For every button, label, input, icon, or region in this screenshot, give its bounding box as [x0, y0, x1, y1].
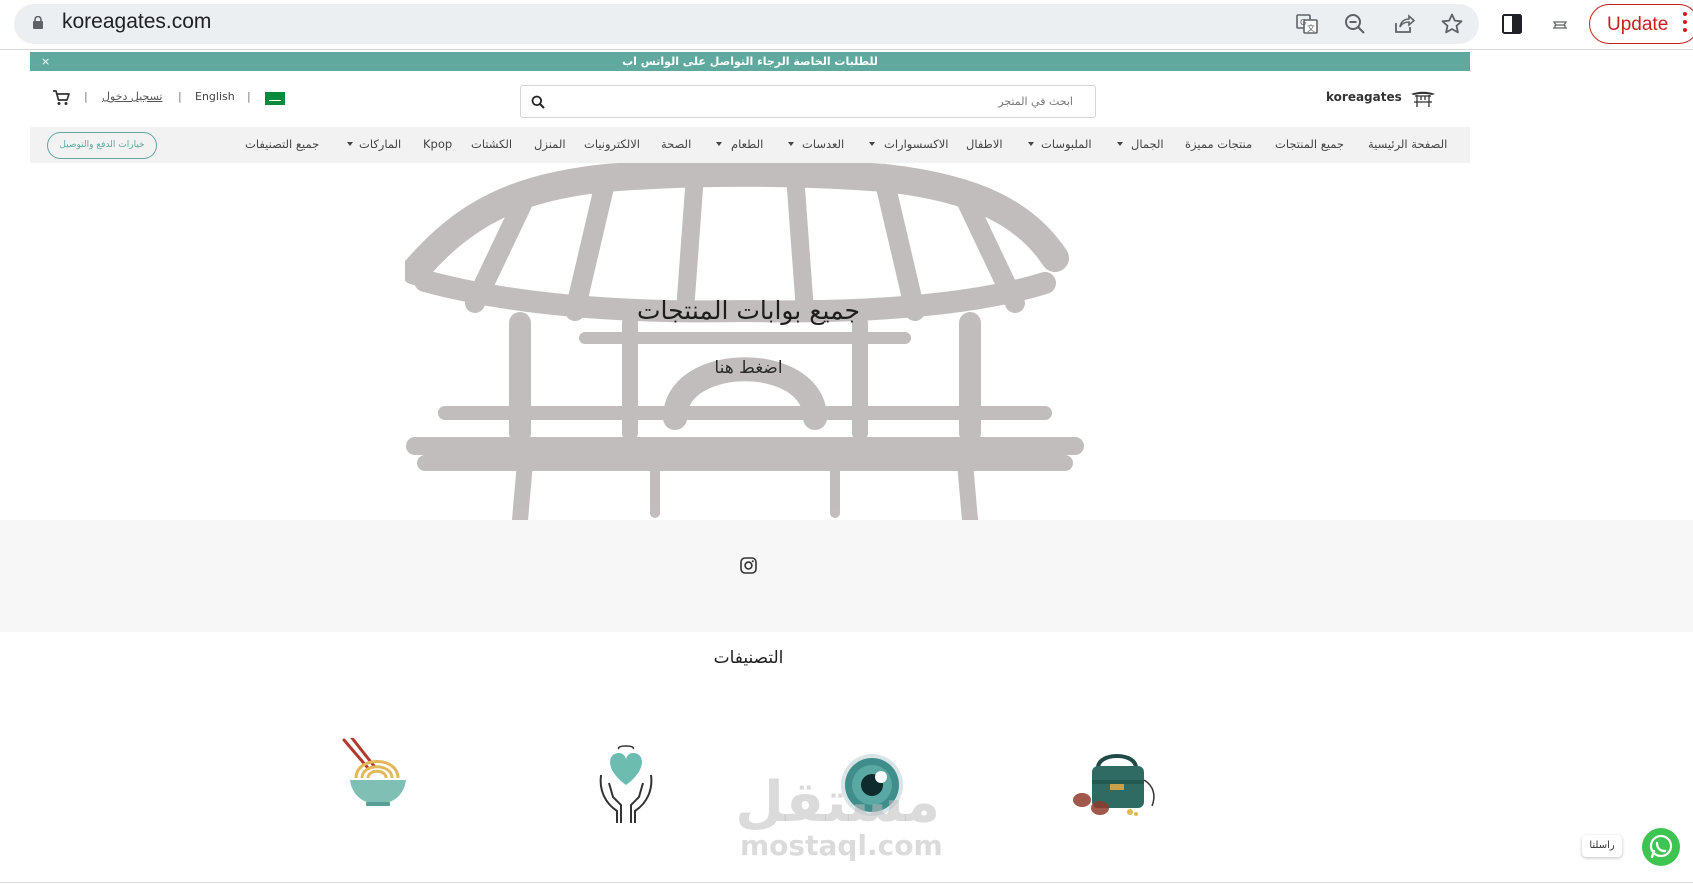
nav-home-goods[interactable]: المنزل: [534, 137, 566, 151]
search-input[interactable]: [555, 87, 1085, 116]
update-button[interactable]: Update: [1589, 4, 1693, 44]
search-box: [520, 85, 1096, 118]
bookmark-star-icon[interactable]: [1440, 12, 1464, 36]
lock-icon[interactable]: [32, 16, 44, 29]
divider: [0, 882, 1693, 883]
nav-kids[interactable]: الاطفال: [966, 137, 1003, 151]
browser-toolbar: koreagates.com G 文 Update: [0, 0, 1693, 50]
nav-health[interactable]: الصحة: [661, 137, 691, 151]
nav-lenses[interactable]: العدسات: [802, 137, 844, 151]
share-icon[interactable]: [1392, 12, 1416, 36]
brand-name[interactable]: koreagates: [1326, 90, 1402, 104]
social-section: [0, 520, 1693, 632]
nav-electronics[interactable]: الالكترونيات: [584, 137, 640, 151]
chevron-down-icon[interactable]: [788, 142, 794, 146]
watermark-latin: mostaql.com: [740, 829, 943, 862]
separator: |: [247, 90, 251, 103]
nav-beauty[interactable]: الجمال: [1131, 137, 1164, 151]
separator: |: [178, 90, 182, 103]
whatsapp-label[interactable]: راسلنا: [1582, 835, 1622, 857]
bag-glasses-icon[interactable]: [1070, 750, 1168, 820]
watermark-arabic: مستقل: [735, 770, 940, 835]
url-text[interactable]: koreagates.com: [62, 10, 211, 34]
hands-heart-icon[interactable]: [595, 745, 657, 825]
chevron-down-icon[interactable]: [716, 142, 722, 146]
payment-shipping-options-button[interactable]: خيارات الدفع والتوصيل: [47, 132, 157, 159]
chevron-down-icon[interactable]: [1028, 142, 1034, 146]
chevron-down-icon[interactable]: [1117, 142, 1123, 146]
svg-text:G: G: [1300, 18, 1306, 27]
nav-clothing[interactable]: الملبوسات: [1041, 137, 1092, 151]
svg-text:文: 文: [1307, 23, 1315, 33]
browser-menu-icon[interactable]: [1683, 12, 1687, 34]
zoom-out-icon[interactable]: [1343, 12, 1367, 36]
korean-gate-illustration: [405, 163, 1084, 520]
chevron-down-icon[interactable]: [869, 142, 875, 146]
gate-logo-icon[interactable]: [1410, 88, 1436, 108]
separator: |: [84, 90, 88, 103]
cart-icon[interactable]: [52, 90, 70, 106]
nav-home[interactable]: الصفحة الرئيسية: [1368, 137, 1447, 151]
whatsapp-icon: [1649, 834, 1673, 859]
login-link[interactable]: تسجيل دخول: [102, 90, 163, 103]
nav-brands[interactable]: الماركات: [359, 137, 401, 151]
whatsapp-button[interactable]: [1642, 828, 1680, 866]
nav-camping[interactable]: الكشتات: [471, 137, 512, 151]
translate-icon[interactable]: G 文: [1295, 12, 1319, 36]
announcement-bar: للطلبات الخاصة الرجاء التواصل على الواتس…: [30, 52, 1470, 71]
side-panel-icon[interactable]: [1500, 12, 1524, 36]
nav-food[interactable]: الطعام: [731, 137, 763, 151]
saudi-flag-icon[interactable]: [265, 92, 285, 105]
extension-icon[interactable]: [1548, 12, 1572, 36]
hero-title[interactable]: جميع بوابات المنتجات: [0, 296, 1497, 325]
nav-all-products[interactable]: جميع المنتجات: [1275, 137, 1344, 151]
nav-featured-products[interactable]: منتجات مميزة: [1185, 137, 1252, 151]
nav-all-categories[interactable]: جميع التصنيفات: [245, 137, 319, 151]
hero-banner[interactable]: [0, 163, 1693, 520]
nav-kpop[interactable]: Kpop: [423, 137, 452, 151]
hero-click-here-link[interactable]: اضغط هنا: [0, 358, 1497, 378]
mostaql-watermark: مستقل mostaql.com: [735, 770, 943, 862]
noodle-bowl-icon[interactable]: [340, 738, 415, 808]
chevron-down-icon[interactable]: [347, 142, 353, 146]
search-icon[interactable]: [531, 95, 545, 109]
language-switch-link[interactable]: English: [195, 90, 235, 103]
instagram-icon[interactable]: [740, 557, 757, 574]
announcement-close-button[interactable]: ×: [41, 53, 50, 70]
categories-heading: التصنيفات: [713, 648, 784, 668]
nav-accessories[interactable]: الاكسسوارات: [884, 137, 948, 151]
address-bar[interactable]: [14, 4, 1479, 44]
